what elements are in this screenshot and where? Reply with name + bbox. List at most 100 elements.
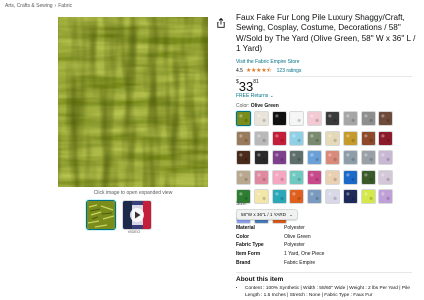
color-swatch[interactable] bbox=[378, 169, 394, 185]
swatch-texture bbox=[361, 151, 375, 164]
color-swatch[interactable] bbox=[253, 169, 269, 185]
spec-value: 1 Yard, One Piece bbox=[284, 251, 325, 258]
color-swatch[interactable] bbox=[271, 130, 287, 146]
color-swatch[interactable] bbox=[271, 169, 287, 185]
color-swatch[interactable] bbox=[289, 150, 305, 165]
divider bbox=[236, 272, 412, 273]
swatch-texture bbox=[237, 170, 250, 184]
color-swatch[interactable] bbox=[289, 169, 305, 185]
color-swatch[interactable] bbox=[236, 169, 251, 185]
share-icon[interactable] bbox=[217, 18, 225, 28]
color-swatch[interactable] bbox=[342, 150, 358, 165]
ratings-count-link[interactable]: 123 ratings bbox=[277, 68, 302, 74]
color-swatch[interactable] bbox=[342, 111, 358, 126]
color-swatch[interactable] bbox=[378, 130, 394, 146]
color-swatch[interactable] bbox=[342, 130, 358, 146]
chevron-down-icon: ⌄ bbox=[289, 212, 293, 217]
rating-value: 4.5 bbox=[236, 68, 243, 74]
color-swatch[interactable] bbox=[289, 130, 305, 146]
size-dropdown-value: 58"W x 36"L / 1 YARD bbox=[241, 212, 287, 217]
swatch-texture bbox=[272, 112, 286, 125]
color-swatch[interactable] bbox=[324, 111, 340, 126]
swatch-texture bbox=[272, 131, 286, 145]
color-swatch[interactable] bbox=[378, 150, 394, 165]
color-swatch-grid bbox=[236, 111, 412, 224]
color-swatch[interactable] bbox=[324, 169, 340, 185]
color-swatch[interactable] bbox=[360, 111, 376, 126]
color-swatch[interactable] bbox=[253, 189, 269, 204]
color-swatch[interactable] bbox=[236, 150, 251, 165]
spec-key: Material bbox=[236, 225, 255, 231]
color-swatch[interactable] bbox=[307, 189, 323, 204]
color-swatch[interactable] bbox=[324, 130, 340, 146]
selected-color-name: Olive Green bbox=[250, 103, 279, 109]
swatch-texture bbox=[325, 190, 339, 203]
color-swatch[interactable] bbox=[307, 130, 323, 146]
thumbnail-image[interactable] bbox=[86, 200, 116, 230]
divider bbox=[236, 76, 412, 77]
color-swatch[interactable] bbox=[324, 150, 340, 165]
swatch-texture bbox=[290, 131, 304, 145]
swatch-texture bbox=[361, 112, 375, 125]
color-swatch[interactable] bbox=[360, 189, 376, 204]
swatch-texture bbox=[254, 112, 268, 125]
thumbnail-strip bbox=[86, 200, 152, 230]
video-label: VIDEO bbox=[127, 229, 141, 234]
swatch-texture bbox=[290, 151, 304, 164]
color-swatch[interactable] bbox=[360, 150, 376, 165]
swatch-texture bbox=[325, 151, 339, 164]
about-bullet: Content : 100% Synthetic | Width : 58/60… bbox=[245, 285, 417, 299]
swatch-texture bbox=[308, 131, 322, 145]
color-swatch[interactable] bbox=[253, 111, 269, 126]
spec-key: Item Form bbox=[236, 251, 261, 258]
spec-key: Fabric Type bbox=[236, 242, 264, 249]
swatch-texture bbox=[272, 190, 286, 203]
swatch-texture bbox=[308, 170, 322, 184]
color-swatch[interactable] bbox=[253, 150, 269, 165]
chevron-down-icon: ⌄ bbox=[269, 93, 274, 99]
main-product-image[interactable] bbox=[58, 17, 208, 187]
swatch-texture bbox=[325, 170, 339, 184]
color-swatch[interactable] bbox=[289, 189, 305, 204]
color-swatch[interactable] bbox=[342, 189, 358, 204]
color-swatch[interactable] bbox=[236, 111, 251, 126]
swatch-texture bbox=[254, 190, 268, 203]
free-returns-link[interactable]: FREE Returns ⌄ bbox=[236, 93, 274, 99]
store-link[interactable]: Visit the Fabric Empire Store bbox=[236, 59, 300, 65]
breadcrumb-link-fabric[interactable]: Fabric bbox=[58, 3, 72, 9]
expand-view-caption: Click image to open expanded view bbox=[93, 190, 173, 196]
color-swatch[interactable] bbox=[360, 169, 376, 185]
color-swatch[interactable] bbox=[307, 169, 323, 185]
color-swatch[interactable] bbox=[271, 111, 287, 126]
color-swatch[interactable] bbox=[378, 189, 394, 204]
swatch-texture bbox=[290, 190, 304, 203]
color-swatch[interactable] bbox=[324, 189, 340, 204]
color-swatch[interactable] bbox=[236, 130, 251, 146]
spec-value: Polyester bbox=[284, 242, 305, 249]
color-swatch[interactable] bbox=[271, 189, 287, 204]
star-rating-icon[interactable]: ★★★★⯪ bbox=[246, 66, 272, 76]
breadcrumb-link-arts-crafts-sewing[interactable]: Arts, Crafts & Sewing bbox=[5, 3, 53, 9]
price-fraction: 81 bbox=[253, 79, 259, 85]
swatch-texture bbox=[308, 112, 322, 125]
swatch-texture bbox=[379, 170, 393, 184]
color-swatch[interactable] bbox=[360, 130, 376, 146]
thumbnail-video[interactable] bbox=[122, 200, 152, 230]
color-swatch[interactable] bbox=[307, 111, 323, 126]
swatch-texture bbox=[343, 131, 357, 145]
free-returns-label: FREE Returns bbox=[236, 93, 269, 99]
price-currency: $ bbox=[236, 79, 239, 85]
swatch-texture bbox=[254, 151, 268, 164]
size-dropdown[interactable]: 58"W x 36"L / 1 YARD ⌄ bbox=[236, 209, 298, 220]
color-swatch[interactable] bbox=[271, 150, 287, 165]
swatch-texture bbox=[308, 190, 322, 203]
about-this-item-heading: About this item bbox=[236, 276, 284, 283]
color-swatch[interactable] bbox=[289, 111, 305, 126]
color-swatch[interactable] bbox=[253, 130, 269, 146]
spec-row: Item Form 1 Yard, One Piece bbox=[236, 251, 324, 260]
color-swatch[interactable] bbox=[307, 150, 323, 165]
color-swatch[interactable] bbox=[378, 111, 394, 126]
swatch-texture bbox=[325, 112, 339, 125]
swatch-texture bbox=[325, 131, 339, 145]
color-swatch[interactable] bbox=[342, 169, 358, 185]
